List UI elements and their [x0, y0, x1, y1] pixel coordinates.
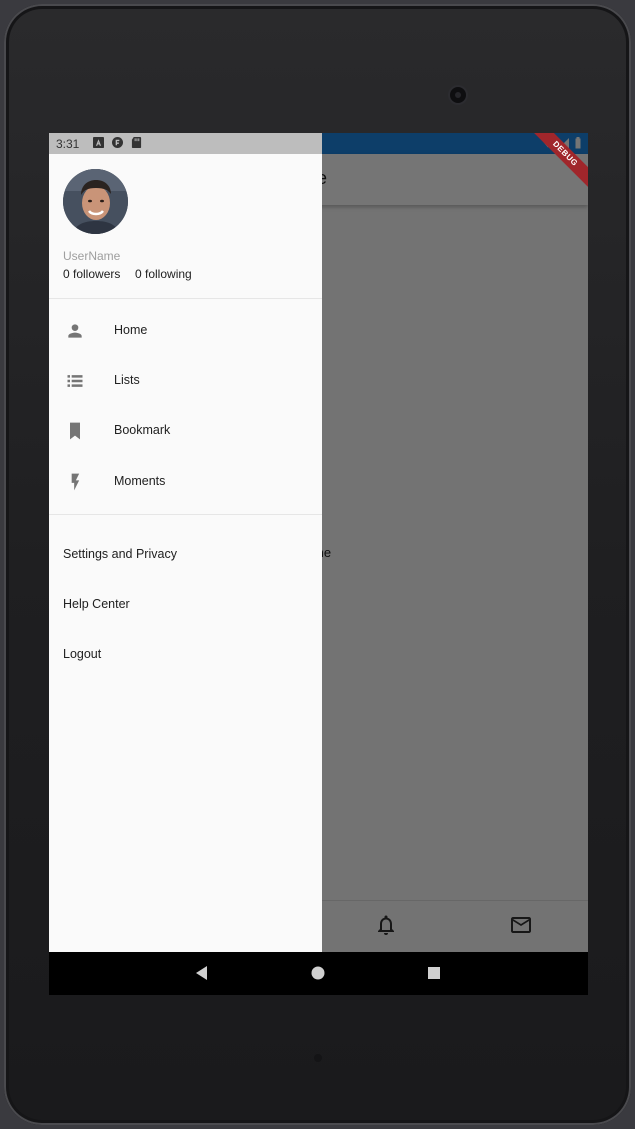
status-time: 3:31 [56, 137, 80, 151]
a-notification-icon [93, 137, 104, 148]
list-icon [67, 375, 83, 387]
menu-label: Lists [114, 373, 140, 387]
status-bar: 3:31 [49, 133, 322, 154]
menu-divider [49, 514, 322, 515]
camera [450, 87, 466, 103]
menu-label: Help Center [63, 597, 130, 611]
sd-card-icon [131, 137, 142, 148]
menu-item-bookmark[interactable]: Bookmark [49, 406, 322, 456]
flutter-notification-icon [112, 137, 123, 148]
menu-item-logout[interactable]: Logout [49, 630, 322, 680]
status-icons [93, 137, 142, 148]
menu-label: Moments [114, 474, 166, 488]
screen: me me DEBUG 3:31 [49, 133, 588, 995]
followers-count[interactable]: 0 followers [63, 267, 120, 281]
microphone [314, 1054, 322, 1062]
avatar-image [63, 169, 128, 234]
menu-label: Settings and Privacy [63, 547, 177, 561]
menu-label: Bookmark [114, 423, 171, 437]
bookmark-icon [70, 422, 80, 440]
menu-item-moments[interactable]: Moments [49, 457, 322, 507]
menu-label: Home [114, 323, 148, 337]
menu-item-home[interactable]: Home [49, 306, 322, 356]
username: UserName [63, 249, 121, 263]
back-icon[interactable] [194, 965, 210, 981]
menu-item-help-center[interactable]: Help Center [49, 580, 322, 630]
recents-icon[interactable] [426, 965, 442, 981]
menu-item-lists[interactable]: Lists [49, 356, 322, 406]
navigation-drawer: 3:31 UserName 0 followers 0 following Ho… [49, 133, 322, 952]
menu-item-settings-privacy[interactable]: Settings and Privacy [49, 530, 322, 580]
bolt-icon [71, 473, 80, 491]
following-count[interactable]: 0 following [135, 267, 192, 281]
menu-label: Logout [63, 647, 102, 661]
system-navigation-bar [49, 952, 588, 995]
person-icon [68, 324, 82, 338]
home-icon[interactable] [310, 965, 326, 981]
header-divider [49, 298, 322, 299]
avatar[interactable] [63, 169, 128, 234]
